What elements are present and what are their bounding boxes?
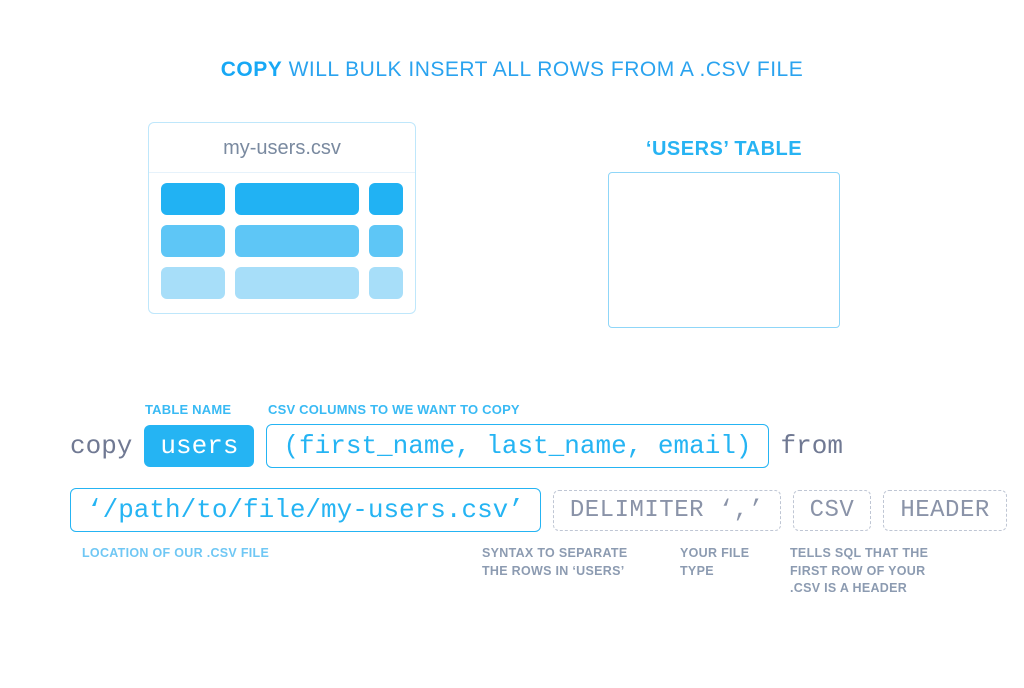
- caption-delimiter: SYNTAX TO SEPARATE THE ROWS IN ‘USERS’: [482, 545, 652, 580]
- token-columns: (first_name, last_name, email): [266, 424, 768, 468]
- csv-cell: [369, 183, 403, 215]
- csv-cell: [235, 267, 359, 299]
- keyword-from: from: [781, 431, 843, 461]
- users-table-label: ‘USERS’ TABLE: [608, 138, 840, 161]
- label-csv-columns: CSV COLUMNS TO WE WANT TO COPY: [268, 402, 520, 417]
- csv-preview-grid: [149, 173, 415, 313]
- caption-location: LOCATION OF OUR .CSV FILE: [82, 545, 269, 563]
- token-table-name: users: [144, 425, 254, 467]
- caption-header: TELLS SQL THAT THE FIRST ROW OF YOUR .CS…: [790, 545, 940, 598]
- token-header: HEADER: [883, 490, 1006, 531]
- csv-file-card: my-users.csv: [148, 122, 416, 314]
- headline-bold: COPY: [221, 58, 283, 81]
- csv-cell: [161, 225, 225, 257]
- label-table-name: TABLE NAME: [145, 402, 231, 417]
- csv-cell: [161, 267, 225, 299]
- csv-cell: [161, 183, 225, 215]
- caption-filetype: YOUR FILE TYPE: [680, 545, 760, 580]
- csv-cell: [369, 225, 403, 257]
- csv-cell: [235, 183, 359, 215]
- sql-line-2: ‘/path/to/file/my-users.csv’ DELIMITER ‘…: [70, 488, 1007, 532]
- csv-cell: [369, 267, 403, 299]
- token-file-path: ‘/path/to/file/my-users.csv’: [70, 488, 541, 532]
- token-csv: CSV: [793, 490, 872, 531]
- keyword-copy: copy: [70, 431, 132, 461]
- users-table-box: [608, 172, 840, 328]
- sql-line-1: copy users (first_name, last_name, email…: [70, 424, 843, 468]
- page-title: COPY WILL BULK INSERT ALL ROWS FROM A .C…: [0, 58, 1024, 82]
- csv-filename: my-users.csv: [149, 123, 415, 173]
- csv-cell: [235, 225, 359, 257]
- token-delimiter: DELIMITER ‘,’: [553, 490, 781, 531]
- headline-rest: WILL BULK INSERT ALL ROWS FROM A .CSV FI…: [282, 58, 803, 81]
